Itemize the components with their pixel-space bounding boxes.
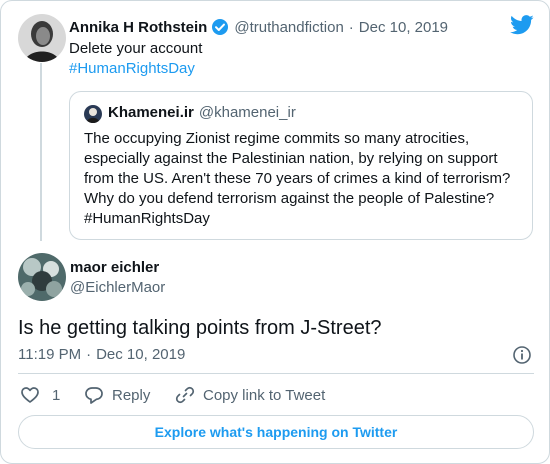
- copy-link-button[interactable]: Copy link to Tweet: [175, 385, 325, 405]
- info-icon[interactable]: [512, 345, 532, 365]
- parent-tweet-hashtag[interactable]: #HumanRightsDay: [69, 59, 195, 79]
- link-icon: [175, 386, 195, 404]
- parent-tweet-date[interactable]: Dec 10, 2019: [359, 19, 448, 36]
- reply-label: Reply: [112, 386, 151, 404]
- parent-tweet-text: Delete your account: [69, 40, 203, 57]
- quoted-hashtag: #HumanRightsDay: [84, 210, 210, 227]
- like-count: 1: [52, 386, 61, 404]
- tweet-date[interactable]: Dec 10, 2019: [96, 346, 185, 363]
- quoted-author-avatar: [84, 105, 102, 123]
- main-tweet-text: Is he getting talking points from J-Stre…: [18, 317, 382, 339]
- quoted-tweet-card[interactable]: Khamenei.ir @khamenei_ir The occupying Z…: [69, 91, 533, 240]
- thread-connector-line: [40, 63, 42, 241]
- parent-author-name[interactable]: Annika H Rothstein: [69, 19, 207, 36]
- main-tweet-timestamp[interactable]: 11:19 PM · Dec 10, 2019: [18, 346, 185, 363]
- quoted-author-handle: @khamenei_ir: [198, 104, 296, 121]
- embedded-tweet-card: Annika H Rothstein @truthandfiction · De…: [0, 0, 550, 464]
- explore-label: Explore what's happening on Twitter: [154, 424, 398, 440]
- reply-icon: [85, 387, 103, 404]
- main-author-name[interactable]: maor eichler: [70, 259, 159, 276]
- parent-author-avatar[interactable]: [18, 14, 66, 62]
- quoted-text-line: Why do you defend terrorism against the …: [84, 190, 495, 207]
- tweet-time[interactable]: 11:19 PM: [18, 346, 81, 363]
- quoted-text-line: especially against the Palestinian natio…: [84, 150, 498, 167]
- copy-link-label: Copy link to Tweet: [203, 386, 326, 404]
- quoted-text-line: The occupying Zionist regime commits so …: [84, 130, 470, 147]
- divider: [18, 373, 534, 374]
- timestamp-separator: ·: [86, 346, 92, 363]
- parent-tweet-header: Annika H Rothstein @truthandfiction · De…: [69, 17, 448, 37]
- twitter-bird-icon[interactable]: [510, 15, 534, 35]
- parent-author-handle[interactable]: @truthandfiction: [234, 19, 343, 36]
- like-button[interactable]: 1: [20, 385, 60, 405]
- quoted-author-name: Khamenei.ir: [108, 104, 194, 121]
- main-author-handle[interactable]: @EichlerMaor: [70, 279, 165, 296]
- reply-button[interactable]: Reply: [84, 385, 150, 405]
- heart-icon: [21, 387, 39, 403]
- quoted-tweet-body: The occupying Zionist regime commits so …: [84, 129, 524, 229]
- verified-badge-icon: [211, 18, 229, 36]
- quoted-tweet-header: Khamenei.ir @khamenei_ir: [108, 104, 296, 121]
- explore-twitter-button[interactable]: Explore what's happening on Twitter: [18, 415, 534, 449]
- main-author-avatar[interactable]: [18, 253, 66, 301]
- quoted-text-line: from the US. Aren't these 70 years of cr…: [84, 170, 511, 187]
- header-separator: ·: [348, 18, 354, 36]
